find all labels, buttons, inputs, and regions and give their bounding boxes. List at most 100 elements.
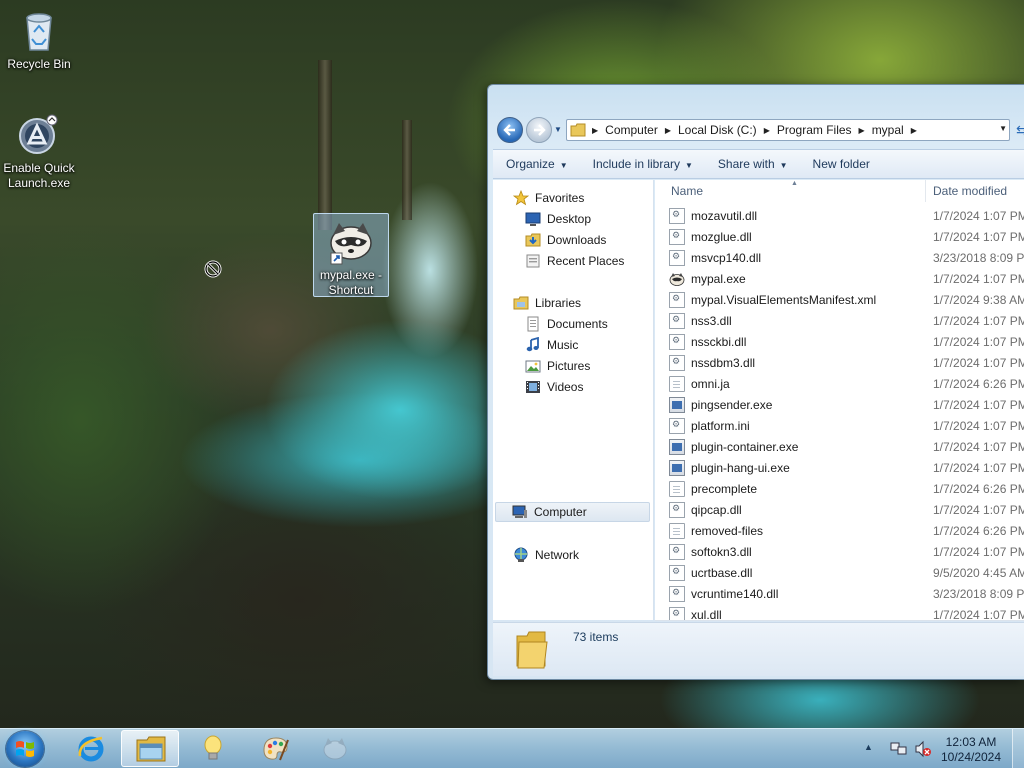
recycle-bin-icon [15,6,63,54]
generic-file-icon [669,522,685,539]
show-hidden-icons-button[interactable]: ▲ [864,742,873,752]
nav-item-videos[interactable]: Videos [525,377,583,397]
file-row[interactable]: nss3.dll 1/7/2024 1:07 PM [669,310,1024,331]
file-row[interactable]: nssckbi.dll 1/7/2024 1:07 PM [669,331,1024,352]
settings-file-icon [669,606,685,620]
show-desktop-button[interactable] [1012,729,1024,768]
file-list[interactable]: Name ▲ Date modified mozavutil.dll 1/7/20… [655,180,1024,620]
nav-item-pictures[interactable]: Pictures [525,356,590,376]
file-row[interactable]: mypal.exe 1/7/2024 1:07 PM [669,268,1024,289]
breadcrumb-separator-icon[interactable]: ▶ [592,126,598,135]
file-date-modified: 1/7/2024 1:07 PM [933,334,1024,349]
address-history-dropdown[interactable]: ▼ [999,124,1007,133]
desktop-icon-recycle-bin[interactable]: Recycle Bin [0,6,78,72]
share-with-button[interactable]: Share with ▼ [705,157,800,171]
nav-item-downloads[interactable]: Downloads [525,230,606,250]
file-date-modified: 1/7/2024 1:07 PM [933,313,1024,328]
item-count: 73 items [573,630,619,644]
breadcrumb-program-files[interactable]: Program Files [776,123,853,137]
nav-item-recent-places[interactable]: Recent Places [525,251,624,271]
recent-pages-dropdown[interactable]: ▼ [554,125,564,135]
file-row[interactable]: msvcp140.dll 3/23/2018 8:09 PM [669,247,1024,268]
nav-label: Favorites [535,191,585,205]
back-button[interactable] [497,117,523,143]
nav-label: Documents [547,317,608,331]
taskbar-internet-explorer[interactable] [62,730,120,767]
taskbar: ▲ 12:03 AM 10/24/2024 [0,728,1024,768]
file-row[interactable]: ucrtbase.dll 9/5/2020 4:45 AM [669,562,1024,583]
taskbar-mypal-ghost[interactable] [306,730,364,767]
clock[interactable]: 12:03 AM 10/24/2024 [936,735,1006,765]
breadcrumb-separator-icon[interactable]: ▶ [665,126,671,135]
nav-item-libraries[interactable]: Libraries [513,293,581,313]
file-row[interactable]: xul.dll 1/7/2024 1:07 PM [669,604,1024,620]
breadcrumb-computer[interactable]: Computer [604,123,659,137]
file-row[interactable]: plugin-hang-ui.exe 1/7/2024 1:07 PM [669,457,1024,478]
file-row[interactable]: mypal.VisualElementsManifest.xml 1/7/2024… [669,289,1024,310]
lightbulb-icon [198,734,228,762]
include-in-library-button[interactable]: Include in library ▼ [580,157,705,171]
file-date-modified: 1/7/2024 1:07 PM [933,355,1024,370]
volume-muted-icon[interactable] [914,740,932,758]
desktop-icon-enable-quick-launch[interactable]: Enable Quick Launch.exe [0,110,78,191]
nav-item-computer[interactable]: Computer [495,502,650,522]
file-name: msvcp140.dll [691,250,762,265]
column-header-name[interactable]: Name [671,184,703,198]
details-pane: 73 items [493,622,1024,676]
taskbar-windows-explorer[interactable] [121,730,179,767]
breadcrumb-separator-icon[interactable]: ▶ [764,126,770,135]
breadcrumb-local-disk[interactable]: Local Disk (C:) [677,123,758,137]
file-row[interactable]: qipcap.dll 1/7/2024 1:07 PM [669,499,1024,520]
file-row[interactable]: mozavutil.dll 1/7/2024 1:07 PM [669,205,1024,226]
taskbar-paint[interactable] [246,730,304,767]
nav-item-documents[interactable]: Documents [525,314,608,334]
address-bar[interactable]: ▶ Computer ▶ Local Disk (C:) ▶ Program F… [566,119,1010,141]
documents-icon [525,316,541,332]
desktop-icon-mypal-shortcut[interactable]: mypal.exe - Shortcut [313,213,389,297]
nav-item-network[interactable]: Network [513,545,579,565]
windows-logo-icon [16,741,34,757]
nav-item-music[interactable]: Music [525,335,578,355]
breadcrumb-mypal[interactable]: mypal [871,123,905,137]
file-name: nss3.dll [691,313,732,328]
mypal-raccoon-icon [327,217,375,265]
file-row[interactable]: precomplete 1/7/2024 6:26 PM [669,478,1024,499]
file-name: platform.ini [691,418,750,433]
refresh-icon[interactable]: ⇆ [1016,122,1024,138]
tree-trunk [318,60,332,230]
nav-item-favorites[interactable]: Favorites [512,188,585,208]
file-row[interactable]: pingsender.exe 1/7/2024 1:07 PM [669,394,1024,415]
file-row[interactable]: removed-files 1/7/2024 6:26 PM [669,520,1024,541]
no-drop-cursor-icon [204,260,222,278]
navigation-pane: Favorites Desktop Downloads Recent Place… [493,180,654,620]
file-row[interactable]: vcruntime140.dll 3/23/2018 8:09 PM [669,583,1024,604]
column-divider[interactable] [925,180,926,202]
file-row[interactable]: softokn3.dll 1/7/2024 1:07 PM [669,541,1024,562]
explorer-window[interactable]: ▼ ▶ Computer ▶ Local Disk (C:) ▶ Program… [487,84,1024,680]
start-button[interactable] [6,731,44,767]
quick-launch-icon [15,110,63,158]
file-name: nssckbi.dll [691,334,747,349]
settings-file-icon [669,354,685,371]
breadcrumb-separator-icon[interactable]: ▶ [859,126,865,135]
breadcrumb-separator-icon[interactable]: ▶ [911,126,917,135]
file-row[interactable]: nssdbm3.dll 1/7/2024 1:07 PM [669,352,1024,373]
settings-file-icon [669,543,685,560]
mypal-ghost-icon [320,734,350,762]
network-status-icon[interactable] [890,740,908,758]
new-folder-button[interactable]: New folder [800,157,882,171]
desktop-icon-label: Recycle Bin [7,57,71,71]
nav-item-desktop[interactable]: Desktop [525,209,591,229]
taskbar-lightbulb-app[interactable] [184,730,242,767]
file-row[interactable]: plugin-container.exe 1/7/2024 1:07 PM [669,436,1024,457]
column-headers: Name ▲ Date modified [655,180,1024,202]
file-row[interactable]: omni.ja 1/7/2024 6:26 PM [669,373,1024,394]
file-row[interactable]: mozglue.dll 1/7/2024 1:07 PM [669,226,1024,247]
organize-button[interactable]: Organize ▼ [493,157,580,171]
column-header-date-modified[interactable]: Date modified [933,184,1007,198]
executable-file-icon [669,438,685,455]
file-name: mypal.exe [691,271,746,286]
forward-button[interactable] [526,117,552,143]
file-row[interactable]: platform.ini 1/7/2024 1:07 PM [669,415,1024,436]
file-date-modified: 1/7/2024 1:07 PM [933,271,1024,286]
